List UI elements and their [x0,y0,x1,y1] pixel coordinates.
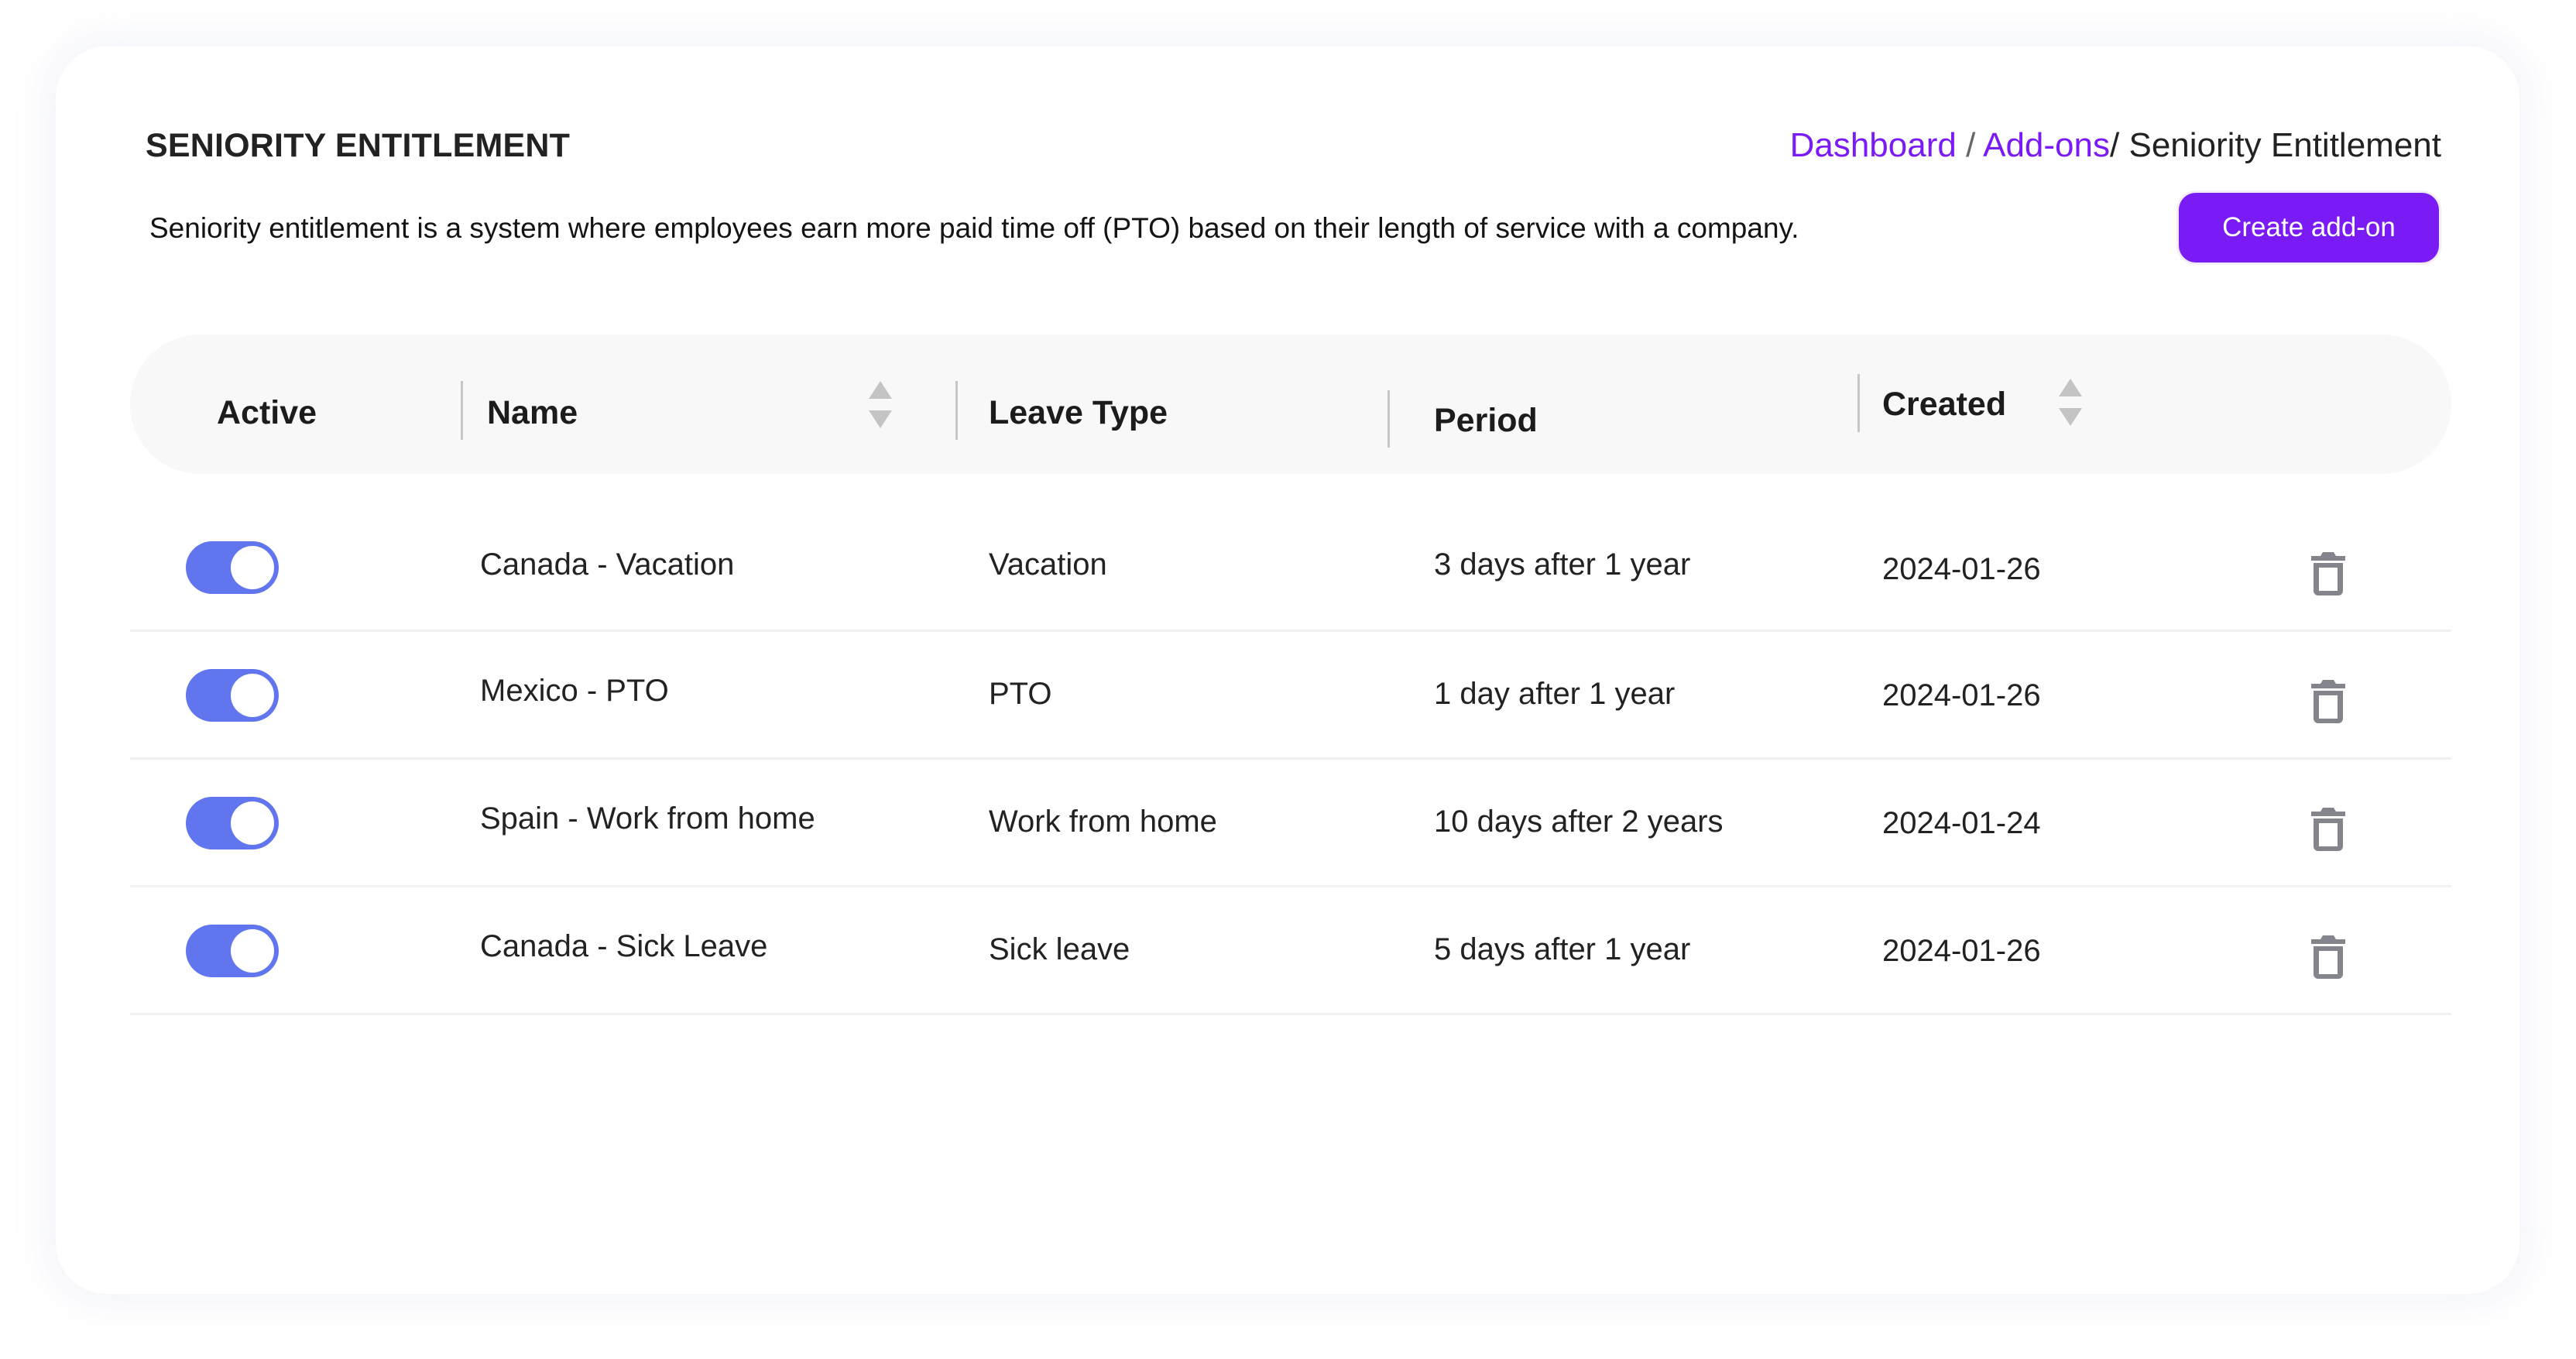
column-divider[interactable] [955,381,958,440]
column-header-created[interactable]: Created [1882,385,2006,424]
trash-icon[interactable] [2311,552,2345,595]
cell-name: Mexico - PTO [480,674,669,708]
column-divider[interactable] [1857,374,1860,432]
sort-ascending-icon [2059,379,2082,396]
breadcrumb-add-ons[interactable]: Add-ons [1983,126,2110,164]
cell-created: 2024-01-26 [1882,934,2041,968]
column-divider[interactable] [1387,390,1390,448]
table-row: Canada - Sick Leave Sick leave 5 days af… [130,887,2451,1015]
cell-period: 1 day after 1 year [1434,677,1676,711]
active-toggle[interactable] [186,541,279,594]
toggle-knob [231,674,274,717]
toggle-knob [231,929,274,973]
toggle-knob [231,801,274,845]
cell-created: 2024-01-24 [1882,806,2041,840]
cell-leave-type: PTO [989,677,1052,711]
sort-descending-icon [2059,408,2082,426]
cell-leave-type: Sick leave [989,932,1130,966]
column-divider[interactable] [461,381,463,440]
cell-period: 3 days after 1 year [1434,547,1691,582]
column-header-period: Period [1434,402,1538,439]
column-header-leave-type: Leave Type [989,394,1168,431]
cell-period: 5 days after 1 year [1434,932,1691,966]
breadcrumb-separator: / [1966,126,1976,164]
table-row: Canada - Vacation Vacation 3 days after … [130,504,2451,632]
cell-period: 10 days after 2 years [1434,805,1724,839]
page-description: Seniority entitlement is a system where … [149,212,1799,244]
breadcrumb: Dashboard / Add-ons/ Seniority Entitleme… [1790,126,2441,165]
breadcrumb-separator: / [2110,126,2120,164]
sort-created-icon[interactable] [2059,379,2082,427]
trash-icon[interactable] [2311,935,2345,979]
sort-descending-icon [869,410,892,428]
toggle-knob [231,546,274,589]
cell-leave-type: Vacation [989,547,1107,582]
cell-name: Canada - Vacation [480,547,735,582]
breadcrumb-dashboard[interactable]: Dashboard [1790,126,1957,164]
cell-created: 2024-01-26 [1882,552,2041,586]
column-header-active: Active [217,394,317,431]
trash-icon[interactable] [2311,808,2345,851]
cell-leave-type: Work from home [989,805,1217,839]
active-toggle[interactable] [186,925,279,977]
table-row: Spain - Work from home Work from home 10… [130,760,2451,887]
active-toggle[interactable] [186,669,279,722]
create-add-on-button[interactable]: Create add-on [2179,193,2439,263]
table-header: Active Name Leave Type Period Created [130,335,2451,474]
cell-created: 2024-01-26 [1882,678,2041,712]
active-toggle[interactable] [186,797,279,849]
trash-icon[interactable] [2311,680,2345,723]
page-title: SENIORITY ENTITLEMENT [146,127,571,164]
breadcrumb-current: Seniority Entitlement [2128,126,2441,164]
table-row: Mexico - PTO PTO 1 day after 1 year 2024… [130,632,2451,760]
column-header-name[interactable]: Name [487,393,578,432]
cell-name: Canada - Sick Leave [480,929,768,963]
cell-name: Spain - Work from home [480,801,815,836]
sort-name-icon[interactable] [869,381,892,429]
sort-ascending-icon [869,381,892,399]
